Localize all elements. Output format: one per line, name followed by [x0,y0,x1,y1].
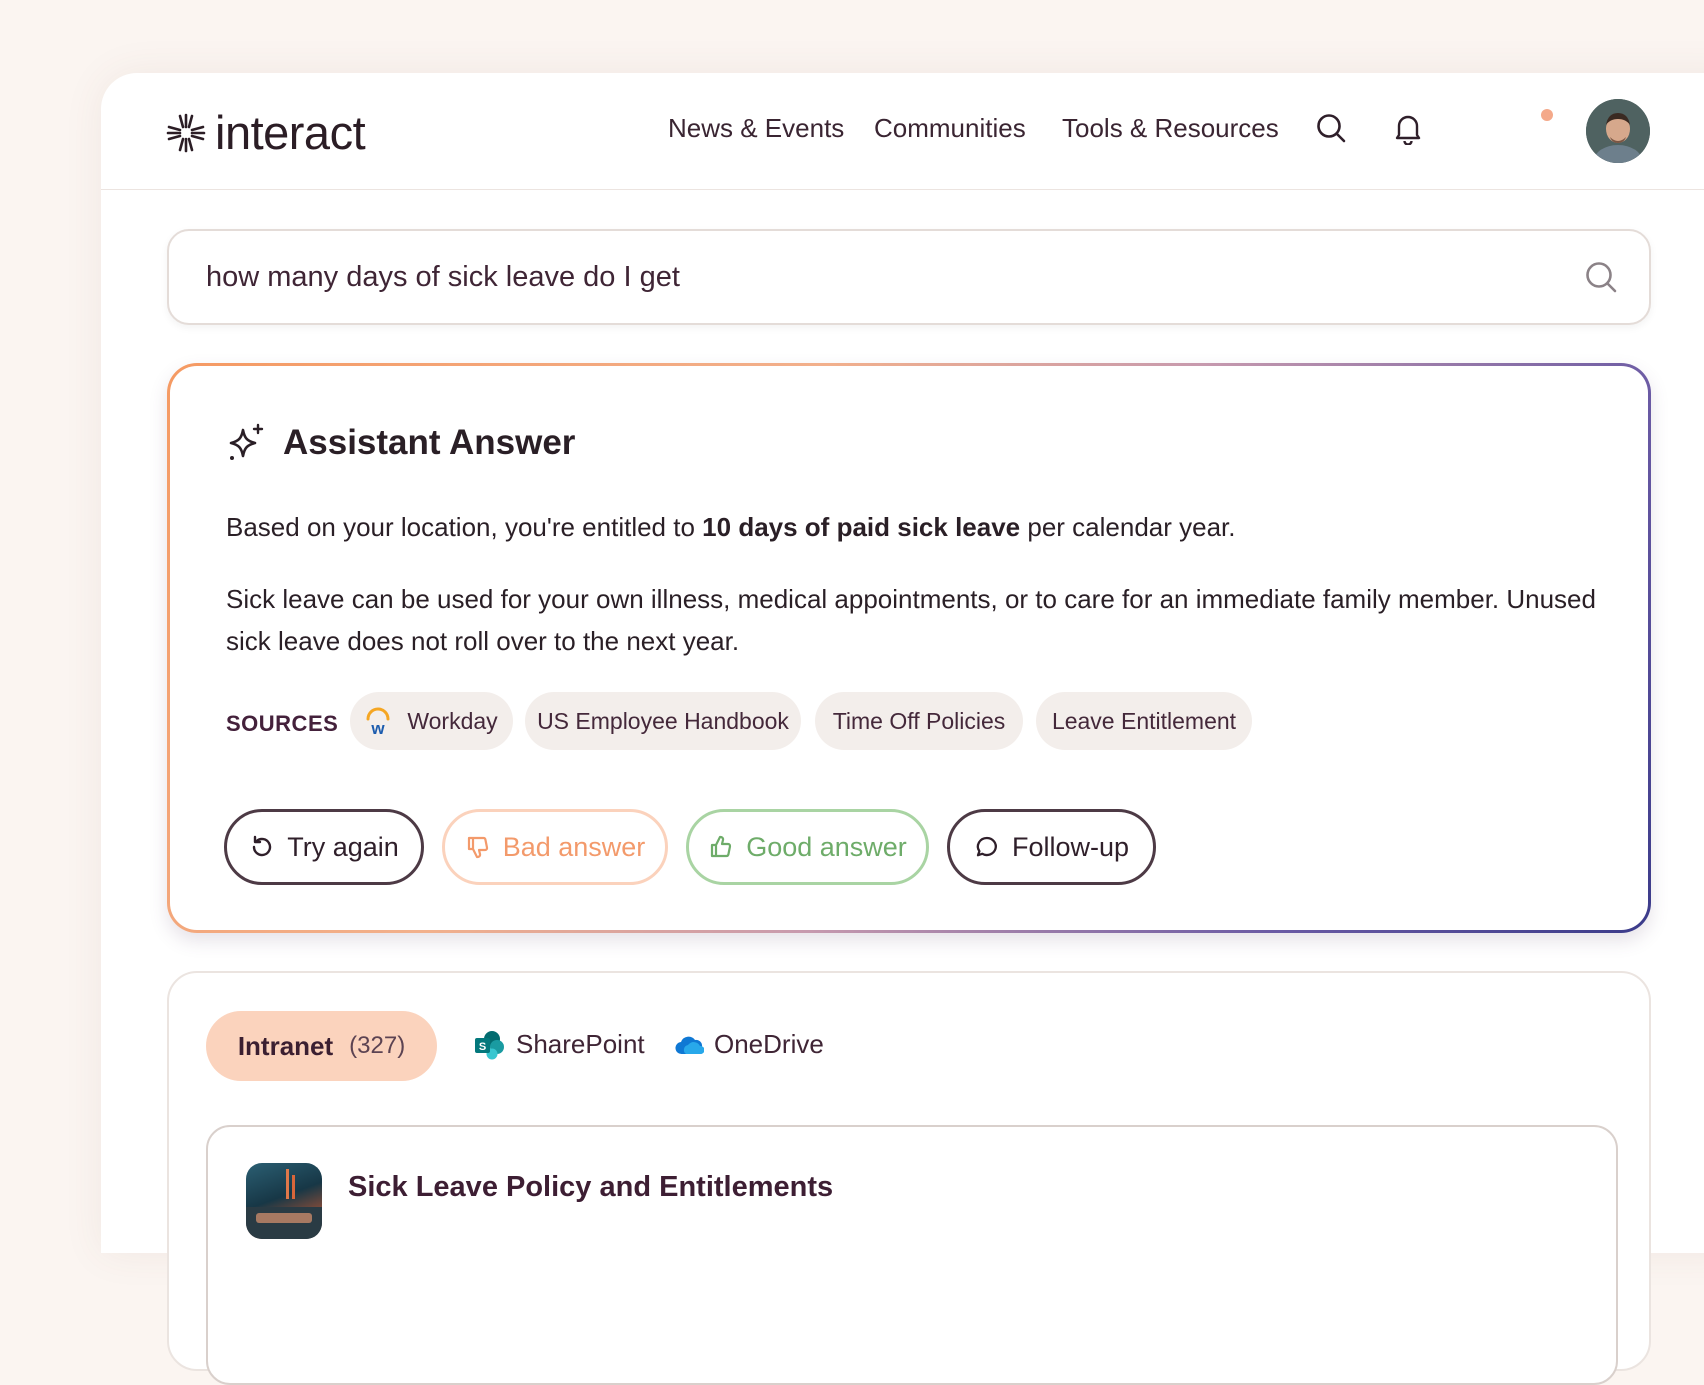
follow-up-button[interactable]: Follow-up [947,809,1156,885]
sparkle-icon [229,423,264,460]
answer-detail: Sick leave can be used for your own illn… [226,584,1596,656]
assistant-title-text: Assistant Answer [283,423,576,462]
answer-summary-suffix: per calendar year. [1027,512,1236,542]
good-answer-label: Good answer [746,831,907,862]
search-results: Intranet (327) S SharePoint OneDrive Sic… [167,971,1651,1385]
logo-text: interact [215,106,366,159]
refresh-icon [253,835,272,857]
tab-sharepoint[interactable]: S SharePoint [474,1029,645,1060]
source-chip-label: US Employee Handbook [537,707,789,734]
source-chip-workday[interactable]: w Workday [350,692,513,750]
user-avatar[interactable] [1586,99,1650,163]
chat-bubble-icon [976,836,997,857]
try-again-button[interactable]: Try again [224,809,424,885]
assistant-answer-card: Assistant Answer Based on your location,… [167,363,1651,933]
workday-icon: w [366,707,390,735]
avatar-photo [1586,99,1650,163]
result-thumbnail [246,1163,322,1239]
assistant-answer-body: Assistant Answer Based on your location,… [170,366,1648,930]
source-chip-leave-entitlement[interactable]: Leave Entitlement [1036,692,1252,750]
thumbnail-image [246,1169,322,1239]
search-input[interactable]: how many days of sick leave do I get [206,261,680,294]
bad-answer-button[interactable]: Bad answer [442,809,668,885]
tab-intranet[interactable]: Intranet (327) [206,1011,437,1081]
tab-onedrive-label: OneDrive [714,1029,824,1059]
answer-highlight: 10 days of paid sick leave [702,512,1021,542]
svg-text:S: S [479,1041,486,1053]
sharepoint-icon: S [475,1030,504,1059]
assistant-title: Assistant Answer [225,422,575,464]
tab-onedrive[interactable]: OneDrive [674,1029,824,1060]
nav-news-events[interactable]: News & Events [668,113,844,144]
tab-sharepoint-label: SharePoint [516,1029,645,1059]
top-header: interact News & Events Communities Tools… [101,73,1704,190]
svg-text:w: w [371,719,386,735]
result-item[interactable]: Sick Leave Policy and Entitlements [206,1125,1618,1385]
try-again-label: Try again [287,831,399,862]
thumbs-down-icon [467,836,488,859]
source-chip-label: Leave Entitlement [1051,707,1237,734]
bell-icon[interactable] [1391,111,1425,145]
source-chip-label: Workday [407,707,498,734]
source-chip-handbook[interactable]: US Employee Handbook [525,692,801,750]
tab-intranet-label: Intranet [237,1030,334,1061]
answer-summary-prefix: Based on your location, you're entitled … [226,512,695,542]
result-title[interactable]: Sick Leave Policy and Entitlements [348,1171,833,1204]
search-icon[interactable] [1314,111,1348,145]
logo[interactable]: interact [166,106,366,159]
app-window: interact News & Events Communities Tools… [101,73,1704,1385]
follow-up-label: Follow-up [1011,831,1130,862]
answer-summary: Based on your location, you're entitled … [226,512,1236,543]
interact-logo-icon [166,113,206,152]
source-chip-label: Time Off Policies [832,707,1006,734]
nav-tools-resources[interactable]: Tools & Resources [1062,113,1279,144]
sources-label: SOURCES [226,711,339,736]
search-submit-icon[interactable] [1583,259,1619,295]
good-answer-button[interactable]: Good answer [686,809,929,885]
notification-dot [1541,109,1553,121]
tab-intranet-count: (327) [349,1032,406,1059]
bad-answer-label: Bad answer [502,831,646,862]
thumbs-up-icon [711,835,732,858]
search-bar[interactable]: how many days of sick leave do I get [167,229,1651,325]
onedrive-icon [675,1036,704,1054]
nav-communities[interactable]: Communities [874,113,1026,144]
source-chip-time-off[interactable]: Time Off Policies [815,692,1023,750]
